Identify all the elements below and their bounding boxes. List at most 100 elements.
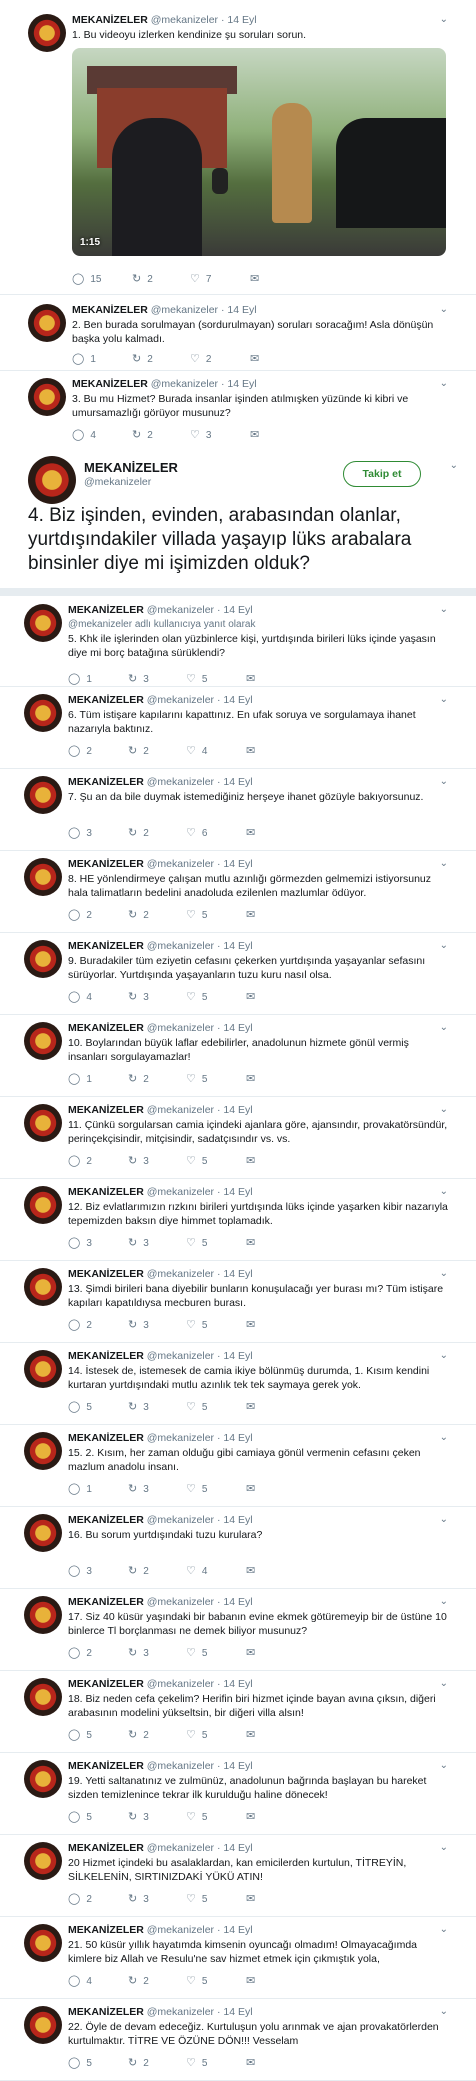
retweet-button[interactable]: ↻ 3 [128,1236,149,1249]
user-name[interactable]: MEKANİZELER [68,1350,144,1362]
retweet-button[interactable]: ↻ 2 [132,272,153,285]
chevron-down-icon[interactable]: ⌄ [440,1596,448,1607]
avatar[interactable] [24,1514,62,1552]
dm-button[interactable]: ✉ [246,1564,261,1577]
tweet-date[interactable]: 14 Eyl [227,378,256,390]
reply-button[interactable]: ◯ 1 [68,1482,92,1495]
chevron-down-icon[interactable]: ⌄ [440,1514,448,1525]
avatar[interactable] [24,858,62,896]
chevron-down-icon[interactable]: ⌄ [440,604,448,615]
user-handle[interactable]: @mekanizeler [151,378,218,390]
chevron-down-icon[interactable]: ⌄ [440,1432,448,1443]
user-name[interactable]: MEKANİZELER [68,1104,144,1116]
follow-button[interactable]: Takip et [343,461,421,487]
user-handle[interactable]: @mekanizeler [147,776,214,788]
user-handle[interactable]: @mekanizeler [147,940,214,952]
user-name[interactable]: MEKANİZELER [72,378,148,390]
user-name[interactable]: MEKANİZELER [72,14,148,26]
dm-button[interactable]: ✉ [246,1318,261,1331]
retweet-button[interactable]: ↻ 3 [128,1154,149,1167]
like-button[interactable]: ♡ 5 [186,2056,207,2069]
retweet-button[interactable]: ↻ 2 [128,1728,149,1741]
avatar[interactable] [24,776,62,814]
chevron-down-icon[interactable]: ⌄ [440,1350,448,1361]
tweet-date[interactable]: 14 Eyl [223,1596,252,1608]
video-player[interactable]: 1:15 [72,48,446,256]
tweet-date[interactable]: 14 Eyl [223,1268,252,1280]
retweet-button[interactable]: ↻ 3 [128,1482,149,1495]
avatar[interactable] [24,1596,62,1634]
reply-tweet[interactable]: MEKANİZELER @mekanizeler · 14 Eyl ⌄ 18. Bi… [0,1670,476,1752]
dm-button[interactable]: ✉ [246,1728,261,1741]
reply-tweet[interactable]: MEKANİZELER @mekanizeler · 14 Eyl ⌄ 6. Tüm… [0,686,476,768]
like-button[interactable]: ♡ 5 [186,1072,207,1085]
avatar[interactable] [24,1022,62,1060]
retweet-button[interactable]: ↻ 2 [128,908,149,921]
focused-tweet[interactable]: MEKANİZELER @mekanizeler Takip et ⌄ 4. B… [0,448,476,588]
chevron-down-icon[interactable]: ⌄ [440,1022,448,1033]
reply-button[interactable]: ◯ 5 [68,1810,92,1823]
avatar[interactable] [28,456,76,504]
reply-tweet[interactable]: MEKANİZELER @mekanizeler · 14 Eyl ⌄ 19. Ye… [0,1752,476,1834]
user-handle[interactable]: @mekanizeler [147,1596,214,1608]
avatar[interactable] [28,14,66,52]
like-button[interactable]: ♡ 3 [190,428,211,441]
retweet-button[interactable]: ↻ 2 [128,826,149,839]
chevron-down-icon[interactable]: ⌄ [440,940,448,951]
user-name[interactable]: MEKANİZELER [84,460,178,475]
tweet-date[interactable]: 14 Eyl [223,1514,252,1526]
dm-button[interactable]: ✉ [246,1974,261,1987]
reply-button[interactable]: ◯ 2 [68,1154,92,1167]
reply-button[interactable]: ◯ 1 [72,352,96,365]
user-handle[interactable]: @mekanizeler [147,1022,214,1034]
tweet-3[interactable]: MEKANİZELER @mekanizeler · 14 Eyl ⌄ 3. B… [0,370,476,448]
tweet-date[interactable]: 14 Eyl [223,2006,252,2018]
like-button[interactable]: ♡ 5 [186,1400,207,1413]
reply-tweet[interactable]: MEKANİZELER @mekanizeler · 14 Eyl ⌄ 10. Bo… [0,1014,476,1096]
reply-tweet[interactable]: MEKANİZELER @mekanizeler · 14 Eyl ⌄ 16. Bu… [0,1506,476,1588]
user-name[interactable]: MEKANİZELER [68,858,144,870]
user-handle[interactable]: @mekanizeler [84,476,151,488]
reply-button[interactable]: ◯ 5 [68,2056,92,2069]
tweet-1[interactable]: MEKANİZELER @mekanizeler · 14 Eyl ⌄ 1. B… [0,0,476,294]
avatar[interactable] [24,694,62,732]
retweet-button[interactable]: ↻ 2 [128,1072,149,1085]
reply-button[interactable]: ◯ 5 [68,1728,92,1741]
dm-button[interactable]: ✉ [246,1154,261,1167]
tweet-date[interactable]: 14 Eyl [223,940,252,952]
tweet-date[interactable]: 14 Eyl [223,1186,252,1198]
avatar[interactable] [24,940,62,978]
user-handle[interactable]: @mekanizeler [147,1104,214,1116]
retweet-button[interactable]: ↻ 3 [128,990,149,1003]
like-button[interactable]: ♡ 5 [186,1728,207,1741]
avatar[interactable] [24,1104,62,1142]
user-name[interactable]: MEKANİZELER [68,1022,144,1034]
reply-button[interactable]: ◯ 4 [72,428,96,441]
like-button[interactable]: ♡ 4 [186,744,207,757]
dm-button[interactable]: ✉ [246,990,261,1003]
tweet-date[interactable]: 14 Eyl [223,1678,252,1690]
reply-button[interactable]: ◯ 2 [68,1892,92,1905]
tweet-date[interactable]: 14 Eyl [223,604,252,616]
user-name[interactable]: MEKANİZELER [68,1924,144,1936]
dm-button[interactable]: ✉ [246,1482,261,1495]
dm-button[interactable]: ✉ [246,672,261,685]
like-button[interactable]: ♡ 6 [186,826,207,839]
chevron-down-icon[interactable]: ⌄ [440,694,448,705]
avatar[interactable] [24,604,62,642]
user-name[interactable]: MEKANİZELER [68,1678,144,1690]
user-handle[interactable]: @mekanizeler [147,694,214,706]
reply-button[interactable]: ◯ 3 [68,826,92,839]
reply-tweet[interactable]: MEKANİZELER @mekanizeler · 14 Eyl ⌄ 9. Bur… [0,932,476,1014]
avatar[interactable] [24,1186,62,1224]
tweet-date[interactable]: 14 Eyl [223,1350,252,1362]
tweet-date[interactable]: 14 Eyl [223,858,252,870]
tweet-date[interactable]: 14 Eyl [227,14,256,26]
chevron-down-icon[interactable]: ⌄ [440,304,448,315]
user-handle[interactable]: @mekanizeler [147,2006,214,2018]
retweet-button[interactable]: ↻ 2 [128,744,149,757]
reply-button[interactable]: ◯ 4 [68,1974,92,1987]
retweet-button[interactable]: ↻ 2 [128,1974,149,1987]
user-handle[interactable]: @mekanizeler [147,1760,214,1772]
reply-tweet[interactable]: MEKANİZELER @mekanizeler · 14 Eyl ⌄ 17. Si… [0,1588,476,1670]
